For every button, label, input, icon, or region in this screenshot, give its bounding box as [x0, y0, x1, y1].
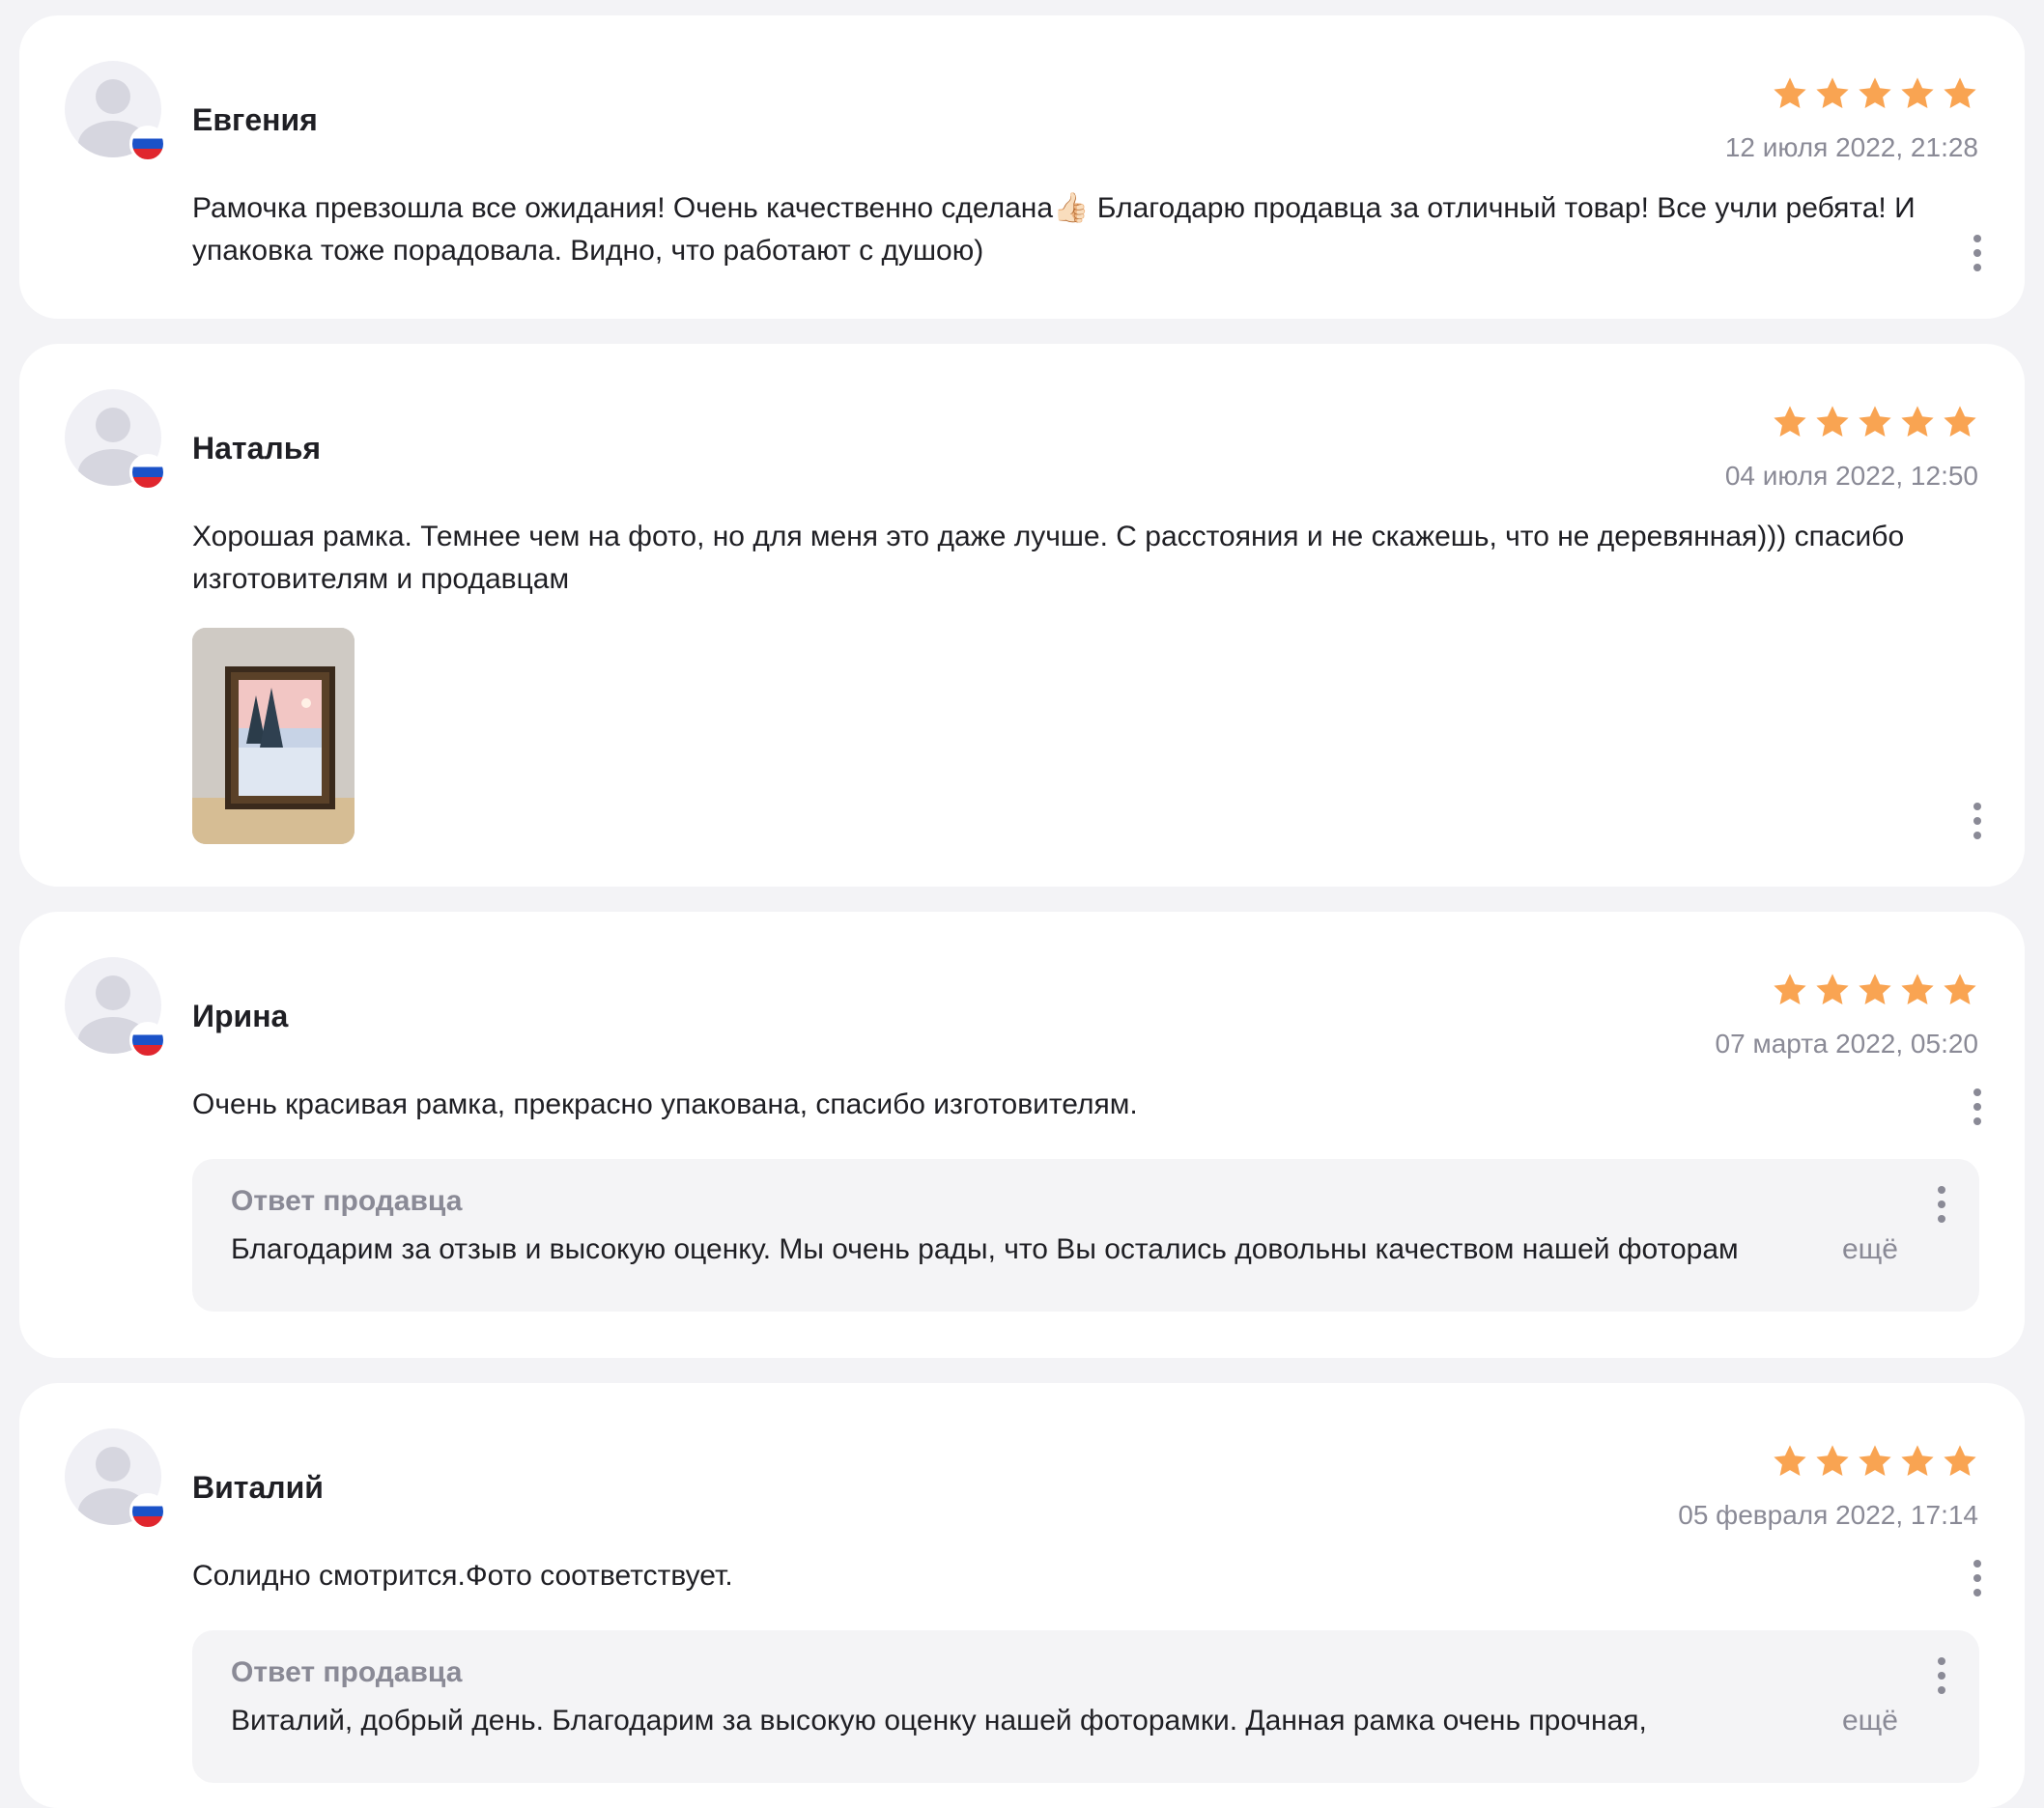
seller-reply-text: Благодарим за отзыв и высокую оценку. Мы…: [231, 1233, 1739, 1265]
more-options-icon[interactable]: [1973, 1560, 1982, 1598]
more-options-icon[interactable]: [1973, 803, 1982, 841]
more-options-icon[interactable]: [1973, 235, 1982, 273]
star-icon: [1774, 974, 1806, 1005]
russia-flag-icon: [129, 454, 166, 491]
review-text: Рамочка превзошла все ожидания! Очень ка…: [192, 192, 1916, 267]
star-icon: [1901, 406, 1934, 438]
rating-stars: [1772, 972, 1978, 1008]
russia-flag-icon: [129, 126, 166, 162]
more-options-icon[interactable]: [1973, 1088, 1982, 1127]
star-icon: [1859, 77, 1891, 109]
star-icon: [1816, 974, 1849, 1005]
review-card: Виталий 05 февраля 2022, 17:14 Солидно с…: [19, 1383, 2025, 1808]
star-icon: [1944, 77, 1976, 109]
star-icon: [1944, 406, 1976, 438]
show-more-link[interactable]: ещё: [1842, 1702, 1898, 1740]
review-author: Ирина: [192, 999, 289, 1033]
star-icon: [1816, 406, 1849, 438]
review-date: 05 февраля 2022, 17:14: [1678, 1500, 1978, 1530]
review-text: Хорошая рамка. Темнее чем на фото, но дл…: [192, 521, 1905, 595]
star-icon: [1901, 974, 1934, 1005]
rating-stars: [1772, 75, 1978, 112]
review-date: 04 июля 2022, 12:50: [1724, 461, 1978, 491]
review-card: Наталья 04 июля 2022, 12:50 Хорошая рамк…: [19, 344, 2025, 887]
rating-stars: [1772, 404, 1978, 440]
review-date: 12 июля 2022, 21:28: [1724, 132, 1978, 162]
review-author: Евгения: [192, 102, 318, 137]
more-options-icon[interactable]: [1937, 1186, 1946, 1225]
star-icon: [1901, 1445, 1934, 1477]
russia-flag-icon: [129, 1493, 166, 1530]
review-text: Очень красивая рамка, прекрасно упакован…: [192, 1088, 1138, 1120]
star-icon: [1816, 1445, 1849, 1477]
review-photo[interactable]: [192, 628, 355, 844]
star-icon: [1859, 974, 1891, 1005]
review-card: Евгения 12 июля 2022, 21:28 Рамочка прев…: [19, 15, 2025, 319]
star-icon: [1816, 77, 1849, 109]
framed-winter-painting-photo: [192, 628, 355, 844]
star-icon: [1859, 1445, 1891, 1477]
review-text: Солидно смотрится.Фото соответствует.: [192, 1560, 733, 1592]
review-card: Ирина 07 марта 2022, 05:20 Очень красива…: [19, 912, 2025, 1358]
star-icon: [1944, 974, 1976, 1005]
more-options-icon[interactable]: [1937, 1657, 1946, 1696]
review-author: Наталья: [192, 431, 322, 466]
rating-stars: [1772, 1443, 1978, 1480]
review-date: 07 марта 2022, 05:20: [1715, 1029, 1978, 1059]
seller-reply-title: Ответ продавца: [231, 1656, 463, 1688]
star-icon: [1774, 406, 1806, 438]
seller-reply-title: Ответ продавца: [231, 1185, 463, 1217]
review-author: Виталий: [192, 1470, 324, 1505]
seller-reply: Ответ продавца Благодарим за отзыв и выс…: [192, 1159, 1979, 1312]
show-more-link[interactable]: ещё: [1842, 1230, 1898, 1269]
star-icon: [1774, 77, 1806, 109]
seller-reply-text: Виталий, добрый день. Благодарим за высо…: [231, 1705, 1647, 1737]
star-icon: [1774, 1445, 1806, 1477]
seller-reply: Ответ продавца Виталий, добрый день. Бла…: [192, 1630, 1979, 1783]
star-icon: [1901, 77, 1934, 109]
russia-flag-icon: [129, 1022, 166, 1059]
star-icon: [1859, 406, 1891, 438]
star-icon: [1944, 1445, 1976, 1477]
